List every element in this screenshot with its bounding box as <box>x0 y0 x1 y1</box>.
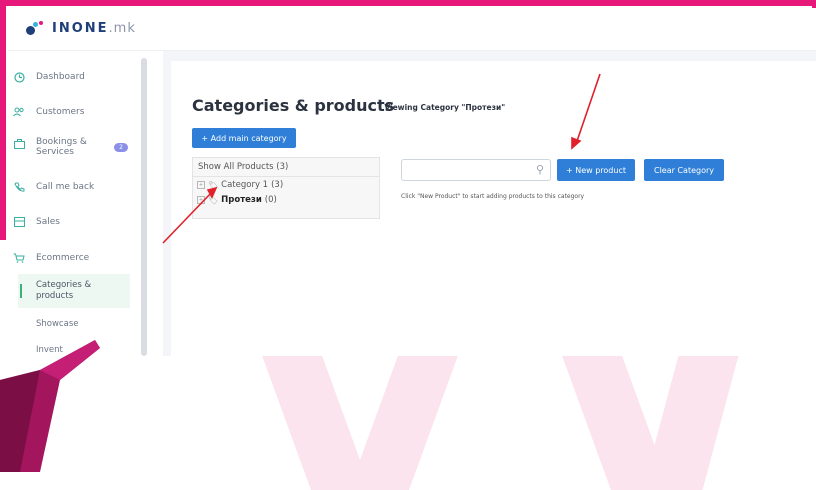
sidebar-item-label: Ecommerce <box>36 253 90 263</box>
tag-icon: 🏷︎ <box>208 180 219 190</box>
ledger-icon <box>12 215 26 229</box>
sidebar-item-call-me-back[interactable]: Call me back <box>8 180 134 194</box>
bookings-count-badge: 2 <box>114 143 128 152</box>
page-title: Categories & products <box>192 96 395 115</box>
clear-category-button[interactable]: Clear Category <box>644 159 724 181</box>
main-content: Categories & products / Viewing Category… <box>163 51 816 356</box>
sidebar-item-customers[interactable]: Customers <box>8 105 134 119</box>
clock-icon <box>12 70 26 84</box>
decorative-brand-art <box>0 340 100 472</box>
sidebar-item-label: Call me back <box>36 182 95 192</box>
sidebar-item-sales[interactable]: Sales <box>8 215 134 229</box>
expand-icon[interactable]: + <box>197 181 205 189</box>
cart-icon <box>12 251 26 265</box>
show-all-products-link[interactable]: Show All Products (3) <box>198 162 288 172</box>
new-product-button[interactable]: + New product <box>557 159 635 181</box>
sidebar-scrollbar[interactable] <box>141 58 147 356</box>
background-stripe <box>260 350 371 490</box>
add-main-category-button[interactable]: + Add main category <box>192 128 296 148</box>
sidebar-item-label: Bookings & Services <box>36 137 87 157</box>
tree-row-count: (0) <box>264 195 277 205</box>
expand-icon[interactable]: + <box>197 196 205 204</box>
content-panel: Categories & products / Viewing Category… <box>171 61 816 356</box>
tree-row-protezi[interactable]: + 🏷︎ Протези (0) <box>197 195 277 205</box>
search-input[interactable]: ⚲ <box>401 159 551 181</box>
tree-row-category-1[interactable]: + 🏷︎ Category 1 (3) <box>197 180 283 190</box>
tag-icon: 🏷︎ <box>208 195 219 205</box>
brand-logo[interactable]: INONE.mk <box>26 20 136 36</box>
category-tree: Show All Products (3) + 🏷︎ Category 1 (3… <box>192 157 380 219</box>
search-icon[interactable]: ⚲ <box>536 163 544 176</box>
sidebar-item-label: Customers <box>36 107 85 117</box>
sidebar-item-ecommerce[interactable]: Ecommerce <box>8 251 134 265</box>
sidebar-item-label: Sales <box>36 217 60 227</box>
sidebar: Dashboard Customers Bookings & Services 2… <box>8 51 148 356</box>
frame-top-border <box>0 0 816 6</box>
tree-row-count: (3) <box>271 180 284 190</box>
frame-left-border <box>0 0 6 240</box>
background-stripe <box>349 350 460 490</box>
tree-row-label: Category 1 <box>221 180 269 190</box>
topbar: INONE.mk <box>8 8 816 51</box>
tree-row-label: Протези <box>221 195 262 205</box>
sidebar-subitem-showcase[interactable]: Showcase <box>36 319 78 330</box>
briefcase-icon <box>12 137 26 151</box>
active-indicator <box>20 284 22 298</box>
page-subtitle: / Viewing Category "Протези" <box>379 103 506 112</box>
search-field[interactable] <box>406 160 530 181</box>
brand-name: INONE.mk <box>52 20 136 36</box>
users-icon <box>12 105 26 119</box>
helper-text: Click "New Product" to start adding prod… <box>401 193 585 200</box>
phone-icon <box>12 180 26 194</box>
sidebar-subitem-categories-products[interactable]: Categories & products <box>36 280 91 302</box>
sidebar-item-label: Dashboard <box>36 72 85 82</box>
sidebar-item-dashboard[interactable]: Dashboard <box>8 70 134 84</box>
divider <box>193 176 379 177</box>
logo-mark-icon <box>26 20 46 36</box>
app-window: INONE.mk Dashboard Customers Bookings & S… <box>8 8 816 356</box>
background-stripe <box>642 350 740 490</box>
